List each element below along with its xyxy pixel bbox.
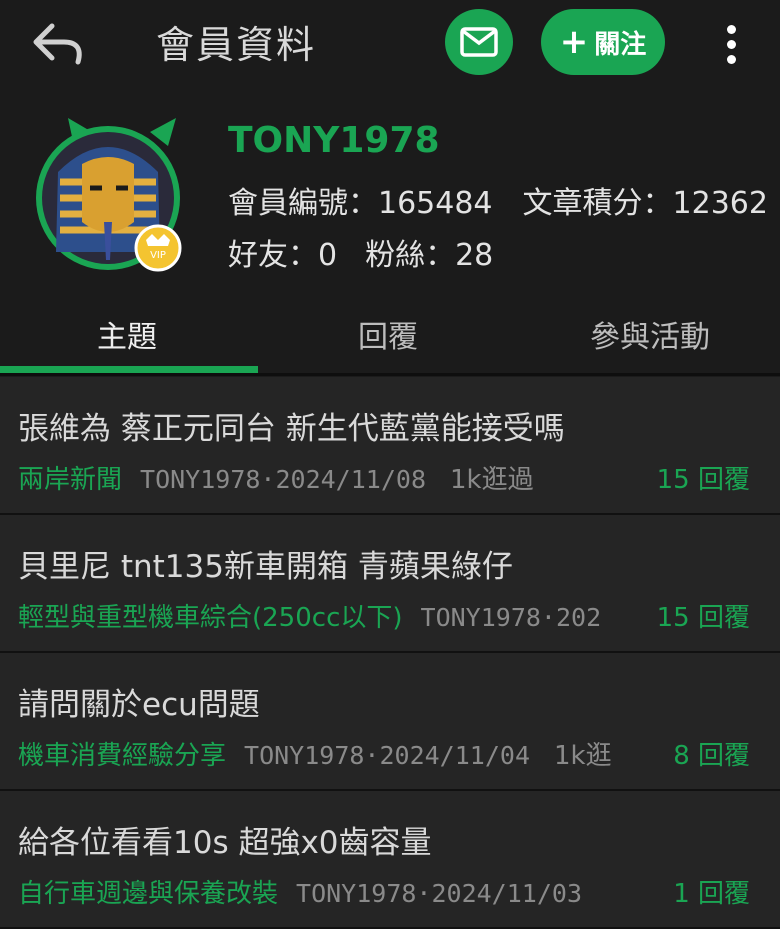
mail-icon: [460, 27, 498, 57]
list-item[interactable]: 張維為 蔡正元同台 新生代藍黨能接受嗎 兩岸新聞 TONY1978·2024/11…: [0, 377, 780, 515]
post-replies: 15 回覆: [656, 603, 750, 633]
post-category[interactable]: 機車消費經驗分享: [18, 741, 226, 771]
list-item[interactable]: 請問關於ecu問題 機車消費經驗分享 TONY1978·2024/11/04 1k逛…: [0, 653, 780, 791]
fans-value[interactable]: 28: [455, 238, 493, 273]
member-no-label: 會員編號：: [228, 186, 378, 221]
post-meta: 輕型與重型機車綜合(250cc以下) TONY1978·202: [18, 597, 643, 634]
post-category[interactable]: 輕型與重型機車綜合(250cc以下): [18, 603, 403, 633]
post-replies: 15 回覆: [656, 465, 750, 495]
page-title: 會員資料: [156, 23, 317, 67]
tab-replies[interactable]: 回覆: [258, 312, 518, 356]
vip-badge: VIP: [150, 250, 166, 261]
post-title[interactable]: 請問關於ecu問題: [18, 679, 260, 724]
post-author-date: TONY1978·2024/11/08: [140, 465, 426, 494]
tab-topics[interactable]: 主題: [0, 312, 257, 356]
tab-divider: [0, 373, 780, 376]
back-button[interactable]: [30, 18, 90, 68]
message-button[interactable]: [445, 9, 513, 75]
post-category[interactable]: 兩岸新聞: [18, 465, 122, 495]
list-item[interactable]: 貝里尼 tnt135新車開箱 青蘋果綠仔 輕型與重型機車綜合(250cc以下) T…: [0, 515, 780, 653]
post-title[interactable]: 給各位看看10s 超強x0齒容量: [18, 817, 432, 862]
follow-label: 關注: [594, 29, 647, 60]
username: TONY1978: [228, 120, 440, 161]
more-vertical-icon[interactable]: [716, 20, 746, 66]
plus-icon: +: [559, 22, 589, 62]
tab-bar: 主題 回覆 參與活動: [0, 294, 780, 377]
member-no-value: 165484: [378, 186, 493, 221]
fans-label[interactable]: 粉絲：: [365, 238, 455, 273]
list-item[interactable]: 給各位看看10s 超強x0齒容量 自行車週邊與保養改裝 TONY1978·2024…: [0, 791, 780, 929]
social-stats: 好友：0 粉絲：28: [228, 230, 493, 274]
post-author-date: TONY1978·202: [420, 603, 602, 632]
points-value: 12362: [672, 186, 768, 221]
friends-label[interactable]: 好友：: [228, 238, 318, 273]
post-list: 張維為 蔡正元同台 新生代藍黨能接受嗎 兩岸新聞 TONY1978·2024/11…: [0, 377, 780, 929]
friends-value[interactable]: 0: [318, 238, 337, 273]
post-replies: 8 回覆: [673, 741, 750, 771]
post-title[interactable]: 貝里尼 tnt135新車開箱 青蘋果綠仔: [18, 541, 513, 586]
points-label: 文章積分：: [522, 186, 673, 221]
avatar[interactable]: VIP: [30, 102, 190, 272]
member-stats: 會員編號：165484 文章積分：12362: [228, 178, 768, 222]
back-arrow-icon: [33, 23, 82, 65]
post-meta: 自行車週邊與保養改裝 TONY1978·2024/11/03: [18, 873, 643, 910]
post-views: 1k逛過: [450, 465, 534, 495]
post-category[interactable]: 自行車週邊與保養改裝: [18, 879, 278, 909]
post-title[interactable]: 張維為 蔡正元同台 新生代藍黨能接受嗎: [18, 403, 565, 448]
post-meta: 機車消費經驗分享 TONY1978·2024/11/04 1k逛: [18, 735, 643, 772]
active-tab-indicator: [0, 366, 258, 373]
profile-header-section: 會員資料 + 關注 VIP TONY1978 會員編號：165484 文章積分：…: [0, 0, 780, 377]
follow-button[interactable]: + 關注: [541, 9, 665, 75]
profile-info: VIP TONY1978 會員編號：165484 文章積分：12362 好友：0 粉…: [0, 86, 780, 294]
app-bar: 會員資料 + 關注: [0, 0, 780, 86]
post-replies: 1 回覆: [673, 879, 750, 909]
post-author-date: TONY1978·2024/11/03: [296, 879, 582, 908]
tab-activities[interactable]: 參與活動: [520, 312, 780, 356]
post-author-date: TONY1978·2024/11/04: [244, 741, 530, 770]
post-meta: 兩岸新聞 TONY1978·2024/11/08 1k逛過: [18, 459, 643, 496]
post-views: 1k逛: [554, 741, 612, 771]
